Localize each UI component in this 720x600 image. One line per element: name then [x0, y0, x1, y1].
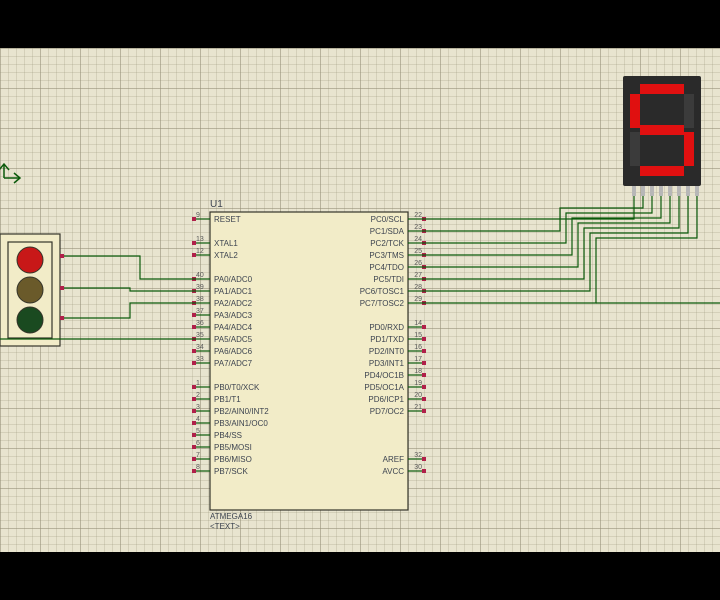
- svg-text:PA6/ADC6: PA6/ADC6: [214, 347, 253, 356]
- svg-text:22: 22: [414, 212, 422, 219]
- svg-text:PC0/SCL: PC0/SCL: [371, 215, 405, 224]
- svg-text:PA1/ADC1: PA1/ADC1: [214, 287, 253, 296]
- svg-text:PA5/ADC5: PA5/ADC5: [214, 335, 253, 344]
- chip-refdes: U1: [210, 199, 223, 210]
- svg-text:16: 16: [414, 344, 422, 351]
- schematic-canvas[interactable]: U1 9RESET13XTAL112XTAL240PA0/ADC039PA1/A…: [0, 48, 720, 552]
- svg-text:XTAL1: XTAL1: [214, 239, 238, 248]
- svg-text:6: 6: [196, 440, 200, 447]
- traffic-light-component[interactable]: [0, 234, 64, 346]
- svg-text:37: 37: [196, 308, 204, 315]
- svg-text:PC3/TMS: PC3/TMS: [369, 251, 404, 260]
- svg-text:AVCC: AVCC: [382, 467, 404, 476]
- svg-text:7: 7: [196, 452, 200, 459]
- svg-text:9: 9: [196, 212, 200, 219]
- svg-text:AREF: AREF: [383, 455, 404, 464]
- svg-text:28: 28: [414, 284, 422, 291]
- svg-text:PD6/ICP1: PD6/ICP1: [368, 395, 404, 404]
- svg-text:19: 19: [414, 380, 422, 387]
- svg-text:23: 23: [414, 224, 422, 231]
- svg-text:25: 25: [414, 248, 422, 255]
- svg-text:36: 36: [196, 320, 204, 327]
- chip-part: ATMEGA16: [210, 512, 253, 521]
- origin-marker: [0, 164, 20, 183]
- svg-text:PD2/INT0: PD2/INT0: [369, 347, 405, 356]
- svg-text:PB0/T0/XCK: PB0/T0/XCK: [214, 383, 260, 392]
- svg-text:3: 3: [196, 404, 200, 411]
- svg-text:PC5/TDI: PC5/TDI: [373, 275, 404, 284]
- chip-placeholder: <TEXT>: [210, 522, 240, 531]
- svg-text:17: 17: [414, 356, 422, 363]
- svg-text:PB3/AIN1/OC0: PB3/AIN1/OC0: [214, 419, 268, 428]
- seg-g: [640, 125, 684, 135]
- svg-text:13: 13: [196, 236, 204, 243]
- svg-text:PD0/RXD: PD0/RXD: [369, 323, 404, 332]
- svg-text:33: 33: [196, 356, 204, 363]
- svg-text:4: 4: [196, 416, 200, 423]
- svg-text:PD4/OC1B: PD4/OC1B: [364, 371, 404, 380]
- wires-porta-to-lights: [64, 256, 196, 318]
- svg-text:PD5/OC1A: PD5/OC1A: [364, 383, 404, 392]
- svg-text:PB7/SCK: PB7/SCK: [214, 467, 248, 476]
- green-light: [17, 307, 43, 333]
- seg-a: [640, 84, 684, 94]
- mcu-chip[interactable]: U1 9RESET13XTAL112XTAL240PA0/ADC039PA1/A…: [192, 199, 426, 531]
- svg-text:PC1/SDA: PC1/SDA: [370, 227, 405, 236]
- svg-text:5: 5: [196, 428, 200, 435]
- svg-text:12: 12: [196, 248, 204, 255]
- svg-text:PC6/TOSC1: PC6/TOSC1: [360, 287, 405, 296]
- svg-text:40: 40: [196, 272, 204, 279]
- svg-text:18: 18: [414, 368, 422, 375]
- svg-text:39: 39: [196, 284, 204, 291]
- svg-text:20: 20: [414, 392, 422, 399]
- yellow-light: [17, 277, 43, 303]
- svg-text:21: 21: [414, 404, 422, 411]
- wires-portc-to-sevenseg: [422, 196, 697, 303]
- svg-text:PA7/ADC7: PA7/ADC7: [214, 359, 253, 368]
- svg-text:29: 29: [414, 296, 422, 303]
- svg-text:PA2/ADC2: PA2/ADC2: [214, 299, 253, 308]
- svg-text:35: 35: [196, 332, 204, 339]
- svg-text:PC2/TCK: PC2/TCK: [370, 239, 404, 248]
- red-light: [17, 247, 43, 273]
- seg-e: [630, 132, 640, 166]
- seg-c: [684, 132, 694, 166]
- svg-text:XTAL2: XTAL2: [214, 251, 238, 260]
- svg-text:PD1/TXD: PD1/TXD: [370, 335, 404, 344]
- svg-text:PA0/ADC0: PA0/ADC0: [214, 275, 253, 284]
- svg-text:34: 34: [196, 344, 204, 351]
- svg-text:PA4/ADC4: PA4/ADC4: [214, 323, 253, 332]
- seven-seg-pins: [632, 186, 699, 196]
- svg-text:26: 26: [414, 260, 422, 267]
- seg-b: [684, 94, 694, 128]
- svg-text:38: 38: [196, 296, 204, 303]
- svg-text:PD3/INT1: PD3/INT1: [369, 359, 405, 368]
- svg-text:PC7/TOSC2: PC7/TOSC2: [360, 299, 405, 308]
- seven-segment-display[interactable]: [623, 76, 701, 196]
- svg-text:PA3/ADC3: PA3/ADC3: [214, 311, 253, 320]
- svg-text:14: 14: [414, 320, 422, 327]
- svg-text:RESET: RESET: [214, 215, 241, 224]
- seg-f: [630, 94, 640, 128]
- svg-text:PB2/AIN0/INT2: PB2/AIN0/INT2: [214, 407, 269, 416]
- svg-text:32: 32: [414, 452, 422, 459]
- svg-text:PB1/T1: PB1/T1: [214, 395, 241, 404]
- svg-text:8: 8: [196, 464, 200, 471]
- seg-d: [640, 166, 684, 176]
- svg-text:15: 15: [414, 332, 422, 339]
- svg-text:PB6/MISO: PB6/MISO: [214, 455, 252, 464]
- svg-text:PB4/SS: PB4/SS: [214, 431, 242, 440]
- svg-text:2: 2: [196, 392, 200, 399]
- svg-text:27: 27: [414, 272, 422, 279]
- svg-text:1: 1: [196, 380, 200, 387]
- svg-text:PD7/OC2: PD7/OC2: [370, 407, 405, 416]
- svg-text:PB5/MOSI: PB5/MOSI: [214, 443, 252, 452]
- svg-text:30: 30: [414, 464, 422, 471]
- svg-text:PC4/TDO: PC4/TDO: [369, 263, 404, 272]
- svg-text:24: 24: [414, 236, 422, 243]
